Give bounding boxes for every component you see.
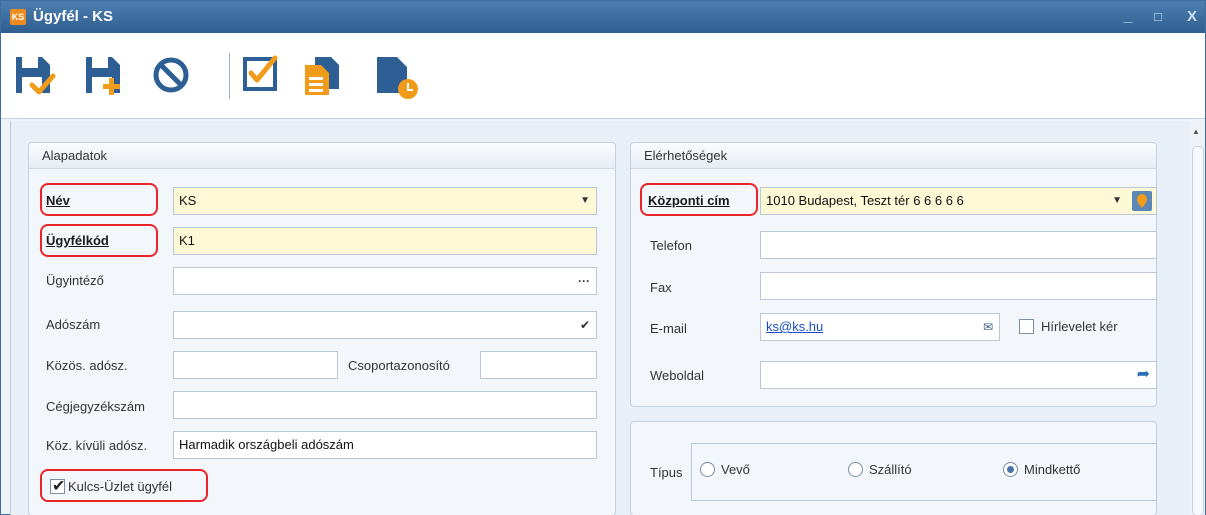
type-radio-supplier[interactable] <box>848 462 863 477</box>
minimize-button[interactable]: _ <box>1117 7 1139 27</box>
common-tax-label: Közös. adósz. <box>46 358 128 373</box>
checklist-button[interactable] <box>239 53 283 97</box>
toolbar-separator <box>229 53 230 99</box>
app-logo-icon: KS <box>10 9 26 25</box>
foreign-tax-input[interactable]: Harmadik országbeli adószám <box>173 431 597 459</box>
email-label: E-mail <box>650 321 687 336</box>
type-option-buyer[interactable]: Vevő <box>721 462 750 477</box>
tax-number-label: Adószám <box>46 317 101 332</box>
type-label: Típus <box>650 465 683 480</box>
scrollbar-thumb[interactable] <box>1192 146 1204 515</box>
document-clock-button[interactable] <box>373 53 418 99</box>
fax-label: Fax <box>650 280 672 295</box>
map-pin-icon[interactable] <box>1132 191 1152 211</box>
agent-input[interactable]: ··· <box>173 267 597 295</box>
window-title: Ügyfél - KS <box>33 8 114 25</box>
agent-label: Ügyintéző <box>46 273 104 288</box>
form-content: Alapadatok Név KS ▼ Ügyfélkód K1 Ügyinté… <box>10 121 1190 515</box>
save-new-icon <box>86 57 120 95</box>
name-select[interactable]: KS ▼ <box>173 187 597 215</box>
checkmark-icon[interactable]: ✔ <box>580 312 590 338</box>
newsletter-label[interactable]: Hírlevelet kér <box>1041 319 1118 334</box>
envelope-icon[interactable]: ✉ <box>983 314 993 340</box>
save-new-button[interactable] <box>82 53 126 97</box>
group-id-input[interactable] <box>480 351 597 379</box>
dropdown-arrow-icon[interactable]: ▼ <box>580 188 590 214</box>
basic-data-header: Alapadatok <box>29 143 615 169</box>
website-input[interactable]: ➦ <box>760 361 1157 389</box>
document-clock-icon <box>377 57 418 99</box>
copy-document-icon <box>305 57 339 95</box>
save-check-icon <box>16 57 56 95</box>
central-address-select[interactable]: 1010 Budapest, Teszt tér 6 6 6 6 6 ▼ <box>760 187 1157 215</box>
copy-document-button[interactable] <box>301 53 345 97</box>
title-bar[interactable]: KS Ügyfél - KS _ □ X <box>1 1 1205 33</box>
kulcs-customer-label[interactable]: Kulcs-Üzlet ügyfél <box>68 479 172 494</box>
type-radio-both[interactable] <box>1003 462 1018 477</box>
cancel-button[interactable] <box>151 53 195 97</box>
maximize-button[interactable]: □ <box>1147 7 1169 27</box>
company-reg-input[interactable] <box>173 391 597 419</box>
toolbar <box>1 33 1205 119</box>
vertical-scrollbar[interactable]: ▲ <box>1189 121 1205 515</box>
company-reg-label: Cégjegyzékszám <box>46 399 145 414</box>
website-label: Weboldal <box>650 368 704 383</box>
phone-label: Telefon <box>650 238 692 253</box>
group-id-label: Csoportazonosító <box>348 358 450 373</box>
cancel-icon <box>153 57 189 93</box>
fax-input[interactable] <box>760 272 1157 300</box>
checklist-icon <box>243 55 278 91</box>
newsletter-checkbox[interactable] <box>1019 319 1034 334</box>
name-label-highlight <box>40 183 158 216</box>
phone-input[interactable] <box>760 231 1157 259</box>
foreign-tax-label: Köz. kívüli adósz. <box>46 438 148 453</box>
open-link-icon[interactable]: ➦ <box>1137 362 1150 388</box>
customer-code-input[interactable]: K1 <box>173 227 597 255</box>
type-radio-group <box>691 443 1157 501</box>
type-option-supplier[interactable]: Szállító <box>869 462 912 477</box>
common-tax-input[interactable] <box>173 351 338 379</box>
kulcs-customer-checkbox[interactable] <box>50 476 65 496</box>
tax-number-input[interactable]: ✔ <box>173 311 597 339</box>
customer-code-label-highlight <box>40 224 158 257</box>
type-option-both[interactable]: Mindkettő <box>1024 462 1080 477</box>
save-check-button[interactable] <box>12 53 56 97</box>
contacts-header: Elérhetőségek <box>631 143 1156 169</box>
customer-window: KS Ügyfél - KS _ □ X Alapadatok Név KS ▼… <box>0 0 1206 515</box>
dropdown-arrow-icon[interactable]: ▼ <box>1112 188 1122 214</box>
scroll-up-icon[interactable]: ▲ <box>1192 127 1200 136</box>
more-options-icon[interactable]: ··· <box>578 268 590 294</box>
close-button[interactable]: X <box>1181 7 1203 27</box>
type-radio-buyer[interactable] <box>700 462 715 477</box>
central-address-label: Központi cím <box>648 193 730 208</box>
email-input[interactable]: ks@ks.hu ✉ <box>760 313 1000 341</box>
